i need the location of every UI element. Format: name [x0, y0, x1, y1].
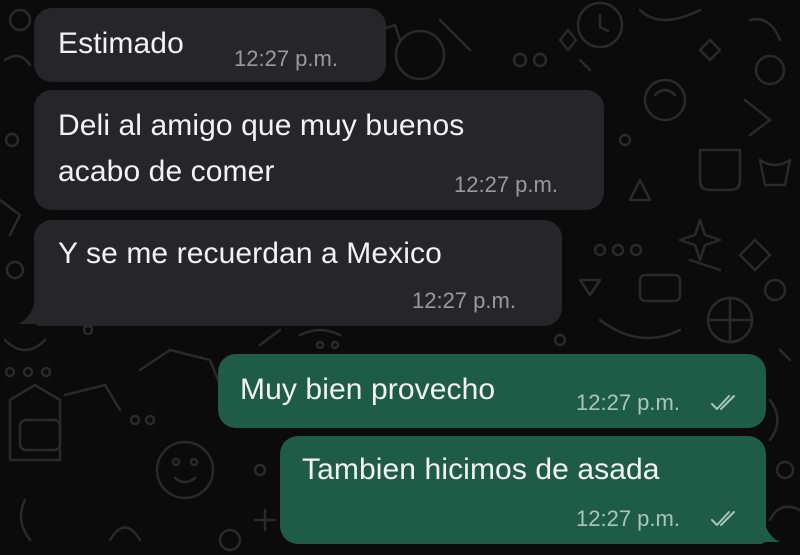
message-bubble-incoming[interactable]: Estimado 12:27 p.m.	[34, 8, 386, 82]
double-check-icon	[711, 395, 735, 410]
message-timestamp: 12:27 p.m.	[454, 172, 558, 197]
message-bubble-outgoing[interactable]: Tambien hicimos de asada 12:27 p.m.	[280, 436, 766, 544]
double-check-icon	[711, 511, 735, 526]
message-bubble-outgoing[interactable]: Muy bien provecho 12:27 p.m.	[218, 354, 766, 428]
message-timestamp: 12:27 p.m.	[234, 46, 338, 71]
message-timestamp: 12:27 p.m.	[576, 506, 680, 531]
message-text: Deli al amigo que muy buenos	[58, 109, 465, 142]
message-bubble-incoming[interactable]: Y se me recuerdan a Mexico 12:27 p.m.	[34, 220, 562, 326]
message-timestamp: 12:27 p.m.	[412, 288, 516, 313]
message-text: Tambien hicimos de asada	[302, 453, 660, 486]
message-text: acabo de comer	[58, 155, 275, 188]
message-bubble-incoming[interactable]: Deli al amigo que muy buenos acabo de co…	[34, 90, 604, 210]
message-timestamp: 12:27 p.m.	[576, 390, 680, 415]
message-text: Estimado	[58, 27, 184, 60]
message-text: Muy bien provecho	[240, 373, 496, 406]
message-text: Y se me recuerdan a Mexico	[58, 237, 442, 270]
